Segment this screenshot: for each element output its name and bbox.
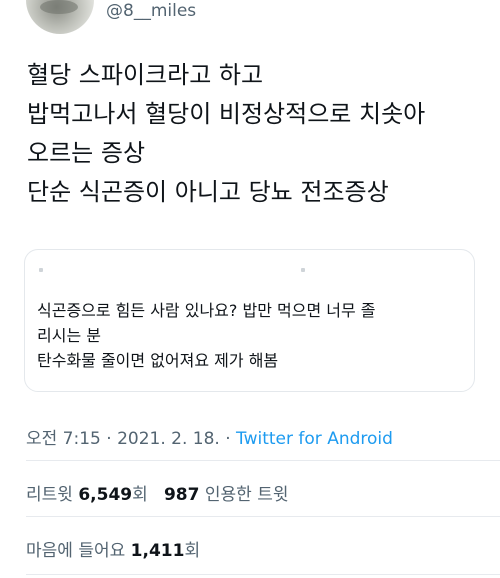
quoted-tweet-text: 식곤증으로 힘든 사람 있나요? 밥만 먹으면 너무 졸 리시는 분 탄수화물 … [37,298,462,373]
tweet-line: 혈당 스파이크라고 하고 [27,61,264,89]
retweets-unit: 회 [132,485,148,505]
tweet-text: 혈당 스파이크라고 하고 밥먹고나서 혈당이 비정상적으로 치솟아 오르는 증상… [27,56,487,212]
quotes-count: 987 [163,485,200,505]
tweet-line: 오르는 증상 [27,139,146,167]
quote-line: 식곤증으로 힘든 사람 있나요? 밥만 먹으면 너무 졸 [37,301,376,320]
redaction-mark [39,268,43,272]
redaction-mark [301,268,305,272]
divider [26,516,500,517]
tweet-metadata: 오전 7:15 · 2021. 2. 18. · Twitter for And… [26,424,393,449]
tweet-line: 밥먹고나서 혈당이 비정상적으로 치솟아 [27,100,426,128]
likes-label: 마음에 들어요 [26,541,126,561]
likes-stat[interactable]: 마음에 들어요 1,411회 [26,536,200,561]
retweets-label: 리트윗 [26,485,73,505]
tweet-header: @8__miles [0,0,500,34]
quoted-tweet-card[interactable]: 식곤증으로 힘든 사람 있나요? 밥만 먹으면 너무 졸 리시는 분 탄수화물 … [24,249,475,392]
retweets-count: 6,549 [78,485,133,505]
quote-line: 리시는 분 [37,326,101,345]
author-handle[interactable]: @8__miles [106,0,196,22]
retweets-stat[interactable]: 리트윗 6,549회 [26,485,148,505]
tweet-date[interactable]: 2021. 2. 18. [117,429,220,449]
tweet-line: 단순 식곤증이 아니고 당뇨 전조증상 [27,178,389,206]
likes-unit: 회 [184,541,201,561]
quote-line: 탄수화물 줄이면 없어져요 제가 해봄 [37,351,279,370]
quotes-stat[interactable]: 987 인용한 트윗 [164,485,289,505]
quotes-label: 인용한 트윗 [204,485,289,505]
likes-count: 1,411 [130,541,185,561]
quoted-tweet-author-redacted [39,266,459,274]
meta-separator: · [219,429,237,449]
tweet-source-link[interactable]: Twitter for Android [236,429,393,449]
meta-separator: · [100,429,118,449]
avatar[interactable] [26,0,94,34]
tweet-time[interactable]: 오전 7:15 [26,429,101,449]
divider [26,460,500,461]
divider [26,574,500,575]
engagement-stats: 리트윗 6,549회 987 인용한 트윗 [26,480,288,505]
